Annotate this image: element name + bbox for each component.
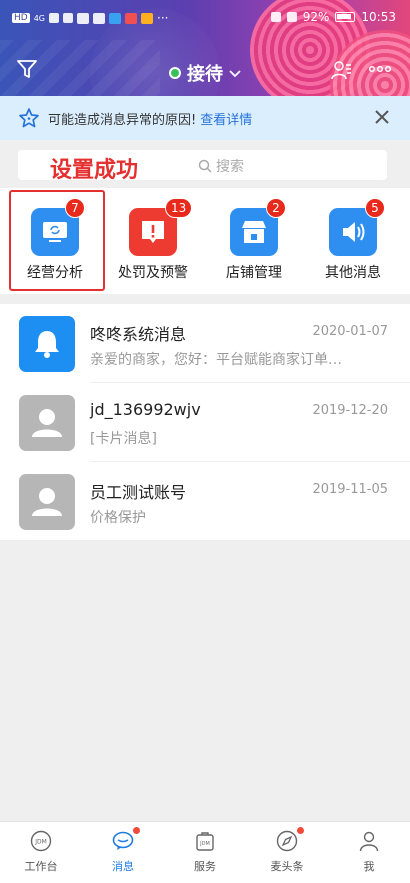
quick-entry-store-management[interactable]: 2 店铺管理 [204, 188, 304, 292]
unread-badge: 2 [266, 198, 286, 218]
clock: 10:53 [361, 10, 396, 24]
person-icon [359, 831, 379, 852]
message-preview: 价格保护 [90, 510, 146, 526]
message-sender: 员工测试账号 [90, 483, 187, 502]
message-sender: jd_136992wjv [90, 400, 201, 419]
search-area: 搜索 设置成功 [0, 140, 410, 188]
message-date: 2019-12-20 [312, 403, 388, 418]
highlight-frame [9, 190, 105, 291]
message-date: 2019-11-05 [312, 482, 388, 497]
header: HD 4G ··· 92% 10:53 接待 [0, 0, 410, 96]
battery-percent: 92% [302, 10, 330, 24]
tab-services[interactable]: JDM 服务 [164, 822, 246, 883]
list-item[interactable]: 咚咚系统消息 2020-01-07 亲爱的商家，您好：平台赋能商家订单… [0, 304, 410, 383]
mail-icon [77, 12, 89, 24]
app-notification-icon [109, 12, 121, 24]
quick-entry-other-messages[interactable]: 5 其他消息 [303, 188, 403, 292]
tab-messages[interactable]: 消息 [82, 822, 164, 883]
bottom-tab-bar: JDM 工作台 消息 JDM 服务 麦头条 我 [0, 821, 410, 883]
message-icon [112, 831, 134, 850]
notice-bar: 可能造成消息异常的原因! 查看详情 [0, 96, 410, 140]
star-icon [19, 108, 39, 128]
close-icon[interactable] [374, 109, 390, 125]
status-bar: HD 4G ··· 92% 10:53 [0, 0, 410, 36]
signal-icon [49, 13, 59, 23]
chevron-down-icon [229, 70, 241, 78]
notification-dot [297, 827, 304, 834]
quick-entry-label: 店铺管理 [226, 265, 282, 281]
message-preview: [卡片消息] [90, 431, 157, 447]
list-item[interactable]: jd_136992wjv 2019-12-20 [卡片消息] [0, 383, 410, 462]
tab-label: 麦头条 [270, 860, 304, 873]
notice-text: 可能造成消息异常的原因! [48, 112, 197, 128]
jdm-bag-icon: JDM [196, 832, 214, 851]
unread-badge: 5 [365, 198, 385, 218]
app-notification-icon [93, 12, 105, 24]
tab-workbench[interactable]: JDM 工作台 [0, 822, 82, 883]
network-gen-label: 4G [33, 13, 45, 23]
unread-badge: 13 [165, 198, 193, 218]
quick-entry-label: 其他消息 [325, 265, 381, 281]
list-item[interactable]: 员工测试账号 2019-11-05 价格保护 [0, 462, 410, 541]
tab-label: 我 [363, 860, 375, 873]
message-sender: 咚咚系统消息 [90, 325, 187, 344]
notice-details-link[interactable]: 查看详情 [200, 109, 252, 128]
wifi-icon [63, 13, 73, 23]
contacts-icon[interactable] [330, 59, 352, 81]
message-list: 咚咚系统消息 2020-01-07 亲爱的商家，您好：平台赋能商家订单… jd_… [0, 304, 410, 540]
compass-icon [276, 830, 298, 852]
tab-label: 服务 [194, 860, 216, 873]
more-options-icon[interactable] [369, 64, 391, 74]
svg-text:JDM: JDM [199, 841, 210, 847]
message-preview: 亲爱的商家，您好：平台赋能商家订单… [90, 352, 342, 368]
tab-label: 工作台 [24, 860, 58, 873]
bell-icon [19, 316, 75, 372]
notification-dot [133, 827, 140, 834]
success-toast: 设置成功 [50, 158, 139, 183]
app-notification-icon [141, 12, 153, 24]
search-icon [198, 159, 212, 173]
tab-me[interactable]: 我 [328, 822, 410, 883]
svg-text:JDM: JDM [34, 839, 47, 846]
app-notification-icon [125, 12, 137, 24]
bluetooth-icon [270, 12, 281, 22]
battery-icon [335, 12, 356, 22]
search-placeholder: 搜索 [216, 159, 244, 175]
user-avatar-icon [19, 474, 75, 530]
online-status-dot [169, 67, 181, 79]
more-notifications-icon: ··· [157, 11, 169, 25]
tab-headlines[interactable]: 麦头条 [246, 822, 328, 883]
vibrate-icon [286, 12, 297, 22]
jdm-circle-icon: JDM [30, 830, 52, 852]
quick-entry-label: 处罚及预警 [118, 265, 188, 281]
user-avatar-icon [19, 395, 75, 451]
page-title: 接待 [187, 64, 223, 85]
quick-entry-penalty-warning[interactable]: 13 处罚及预警 [103, 188, 203, 292]
message-date: 2020-01-07 [312, 324, 388, 339]
network-hd-label: HD [12, 13, 30, 23]
tab-label: 消息 [112, 860, 134, 873]
